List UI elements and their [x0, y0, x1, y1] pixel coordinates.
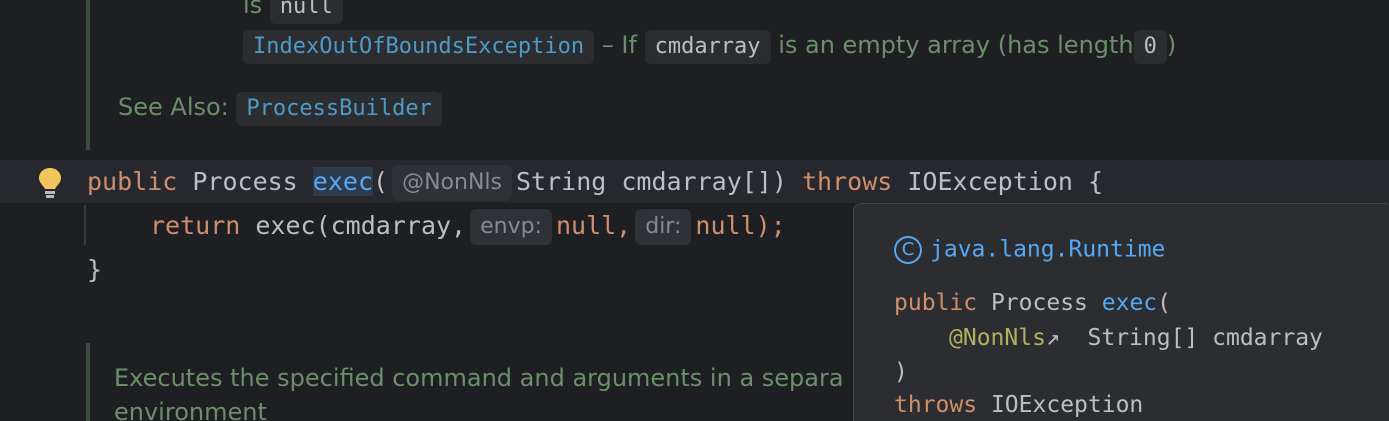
indent-guide [84, 205, 86, 245]
code-line-return[interactable]: return exec(cmdarray, envp: null, dir: null)… [150, 204, 786, 247]
doc-if-text: – If [601, 31, 637, 59]
popup-type-process: Process [990, 290, 1088, 316]
popup-param: String[] cmdarray [1087, 325, 1323, 351]
doc-comment-bar [86, 0, 90, 150]
popup-sig-line3: ) [894, 359, 908, 385]
zero-chip: 0 [1133, 30, 1167, 64]
null-envp: null, [555, 211, 632, 240]
popup-open-paren: ( [1157, 290, 1171, 316]
doc-bottom-line2: environment [114, 398, 267, 421]
doc-is-text: is [243, 0, 263, 19]
envp-inlay-hint: envp: [470, 209, 552, 245]
cmdarray-chip: cmdarray [644, 30, 771, 64]
doc-throws-null-line: is null [243, 0, 343, 24]
process-builder-link[interactable]: ProcessBuilder [236, 92, 442, 126]
doc-bottom-line1: Executes the specified command and argum… [114, 364, 844, 392]
popup-annotation-link[interactable]: @NonNls [949, 325, 1046, 351]
see-also-label: See Also: [118, 93, 229, 121]
class-icon: C [894, 236, 922, 264]
code-editor[interactable]: is null IndexOutOfBoundsException – If c… [0, 0, 1389, 421]
exception-type: IOException { [907, 167, 1104, 196]
param-list: String cmdarray[]) [515, 167, 787, 196]
kw-public: public [87, 167, 178, 196]
type-process: Process [192, 167, 298, 196]
see-also-line: See Also: ProcessBuilder [118, 92, 442, 126]
popup-package-line: Cjava.lang.Runtime [894, 236, 1165, 264]
code-line-close-brace[interactable]: } [87, 248, 102, 291]
package-name-link[interactable]: java.lang.Runtime [930, 237, 1165, 263]
doc-empty-text: is an empty array (has length [778, 31, 1134, 59]
kw-return: return [150, 211, 241, 240]
null-dir: null); [695, 211, 786, 240]
popup-sig-line4: throws IOException [894, 392, 1143, 418]
null-chip: null [269, 0, 343, 24]
quick-doc-popup[interactable]: Cjava.lang.Runtime public Process exec( … [853, 203, 1389, 421]
popup-kw-public: public [894, 290, 978, 316]
doc-throws-line: IndexOutOfBoundsException – If cmdarray … [243, 30, 1176, 64]
exception-link[interactable]: IndexOutOfBoundsException [243, 30, 595, 64]
dir-inlay-hint: dir: [635, 209, 692, 245]
method-exec[interactable]: exec [312, 167, 374, 196]
lightbulb-icon[interactable] [36, 166, 64, 200]
external-link-icon: ↗ [1045, 325, 1060, 351]
popup-sig-line2: @NonNls↗ String[] cmdarray [949, 325, 1323, 351]
nonnls-inlay-hint: @NonNls [392, 165, 512, 201]
code-line-method-signature[interactable]: public Process exec(@NonNls String cmdarr… [87, 160, 1103, 203]
popup-sig-line1: public Process exec( [894, 290, 1171, 316]
call-exec: exec(cmdarray, [255, 211, 467, 240]
kw-throws: throws [801, 167, 893, 196]
popup-exception: IOException [990, 392, 1144, 418]
open-paren: ( [373, 167, 389, 196]
doc-comment-bar-bottom [86, 343, 90, 421]
popup-kw-throws: throws [894, 392, 978, 418]
popup-method-exec: exec [1101, 290, 1158, 316]
doc-close-paren: ) [1166, 31, 1177, 59]
